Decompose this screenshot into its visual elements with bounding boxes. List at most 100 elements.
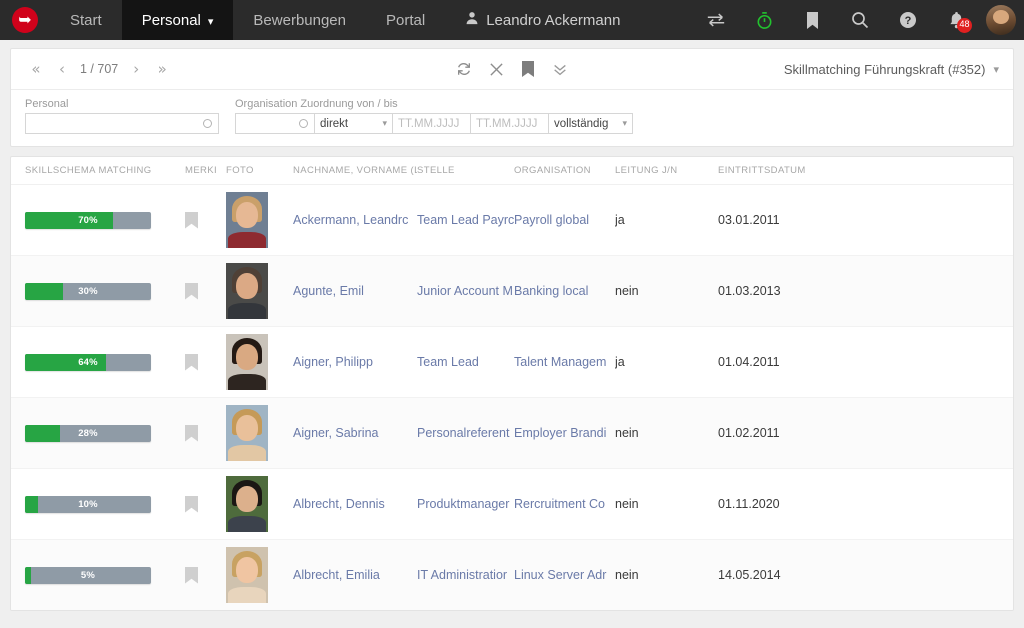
chevron-double-down-icon[interactable] <box>549 57 571 81</box>
bookmark-icon[interactable] <box>788 0 836 40</box>
table-row[interactable]: 5% Albrecht, Emilia IT Administratior Linux… <box>11 540 1013 610</box>
column-header-organisation[interactable]: ORGANISATION <box>514 165 615 176</box>
topnav-icon-group: ? 48 <box>692 0 1024 40</box>
bookmark-flag-icon[interactable] <box>185 283 198 300</box>
company-logo-icon: ➥ <box>12 7 38 33</box>
column-header-merkmal[interactable]: MERKI <box>185 165 226 176</box>
cell-skillschema-matching: 70% <box>25 211 185 229</box>
cell-name-link[interactable]: Ackermann, Leandrc <box>293 213 417 227</box>
cell-foto <box>226 476 293 532</box>
nav-item-start[interactable]: Start <box>50 0 122 40</box>
swap-arrows-icon[interactable] <box>692 0 740 40</box>
nav-item-personal[interactable]: Personal ▾ <box>121 0 234 40</box>
column-header-eintrittsdatum[interactable]: EINTRITTSDATUM <box>718 165 898 176</box>
cell-stelle-link[interactable]: Produktmanager <box>417 497 514 511</box>
nav-item-bewerbungen[interactable]: Bewerbungen <box>233 0 366 40</box>
portrait-photo <box>226 192 268 248</box>
date-from-input[interactable]: TT.MM.JJJJ <box>393 113 471 134</box>
nav-item-portal[interactable]: Portal <box>366 0 445 40</box>
portrait-photo <box>226 476 268 532</box>
cell-eintrittsdatum: 01.04.2011 <box>718 355 780 369</box>
table-row[interactable]: 28% Aigner, Sabrina Personalreferent Employ… <box>11 398 1013 469</box>
first-page-button[interactable]: « <box>25 57 47 81</box>
cell-stelle-link[interactable]: Personalreferent <box>417 426 514 440</box>
column-header-skillschema-matching[interactable]: SKILLSCHEMA MATCHING <box>25 165 185 176</box>
bookmark-flag-icon[interactable] <box>185 567 198 584</box>
cell-organisation-link[interactable]: Rercruitment Co <box>514 497 615 511</box>
table-row[interactable]: 70% Ackermann, Leandrc Team Lead Payrc Payr… <box>11 185 1013 256</box>
table-row[interactable]: 64% Aigner, Philipp Team Lead Talent Manage… <box>11 327 1013 398</box>
column-header-leitung[interactable]: LEITUNG J/N <box>615 165 718 176</box>
match-progress-label: 10% <box>78 498 98 510</box>
date-to-input[interactable]: TT.MM.JJJJ <box>471 113 549 134</box>
bookmark-flag-icon[interactable] <box>185 425 198 442</box>
bookmark-filled-icon[interactable] <box>517 57 539 81</box>
organisation-input[interactable] <box>235 113 315 134</box>
completeness-value: vollständig <box>554 117 609 130</box>
cell-merkmal <box>185 425 226 442</box>
next-page-button[interactable]: › <box>125 57 147 81</box>
match-progress-bar: 5% <box>25 566 151 584</box>
cell-stelle-link[interactable]: IT Administratior <box>417 568 514 582</box>
logo-container[interactable]: ➥ <box>0 0 50 40</box>
last-page-button[interactable]: » <box>151 57 173 81</box>
help-circle-icon[interactable]: ? <box>884 0 932 40</box>
table-row[interactable]: 10% Albrecht, Dennis Produktmanager Rercrui… <box>11 469 1013 540</box>
lookup-circle-icon <box>299 119 308 128</box>
nav-item-current-user[interactable]: Leandro Ackermann <box>445 0 640 40</box>
saved-view-selector[interactable]: Skillmatching Führungskraft (#352) ▾ <box>784 62 999 77</box>
user-avatar[interactable] <box>986 5 1016 35</box>
cell-leitung: nein <box>615 497 639 511</box>
cell-eintrittsdatum: 01.03.2013 <box>718 284 781 298</box>
cell-merkmal <box>185 283 226 300</box>
cell-skillschema-matching: 30% <box>25 282 185 300</box>
refresh-icon[interactable] <box>453 57 475 81</box>
completeness-select[interactable]: vollständig ▾ <box>549 113 633 134</box>
cell-name-link[interactable]: Aigner, Sabrina <box>293 426 417 440</box>
cell-organisation-link[interactable]: Banking local <box>514 284 615 298</box>
cell-merkmal <box>185 567 226 584</box>
nav-item-personal-label: Personal <box>141 11 201 29</box>
close-icon[interactable] <box>485 57 507 81</box>
column-header-stelle[interactable]: STELLE <box>417 165 514 176</box>
search-icon[interactable] <box>836 0 884 40</box>
cell-organisation-link[interactable]: Employer Brandi <box>514 426 615 440</box>
bell-icon[interactable]: 48 <box>932 0 980 40</box>
cell-stelle-link[interactable]: Team Lead Payrc <box>417 213 514 227</box>
cell-organisation-link[interactable]: Linux Server Adr <box>514 568 615 582</box>
column-header-foto[interactable]: FOTO <box>226 165 293 176</box>
cell-name-link[interactable]: Agunte, Emil <box>293 284 417 298</box>
portrait-photo <box>226 334 268 390</box>
cell-skillschema-matching: 64% <box>25 353 185 371</box>
organisation-mode-value: direkt <box>320 117 349 130</box>
chevron-down-icon: ▾ <box>622 118 627 128</box>
match-progress-bar: 64% <box>25 353 151 371</box>
cell-organisation-link[interactable]: Payroll global <box>514 213 615 227</box>
cell-skillschema-matching: 28% <box>25 424 185 442</box>
bookmark-flag-icon[interactable] <box>185 496 198 513</box>
bookmark-flag-icon[interactable] <box>185 354 198 371</box>
previous-page-button[interactable]: ‹ <box>51 57 73 81</box>
chevron-down-icon: ▾ <box>382 118 387 128</box>
table-row[interactable]: 30% Agunte, Emil Junior Account M Banking l… <box>11 256 1013 327</box>
filter-organisation-group: Organisation Zuordnung von / bis direkt … <box>235 98 633 134</box>
stopwatch-icon[interactable] <box>740 0 788 40</box>
cell-stelle-link[interactable]: Team Lead <box>417 355 514 369</box>
bookmark-flag-icon[interactable] <box>185 212 198 229</box>
notification-badge: 48 <box>957 18 972 33</box>
cell-name-link[interactable]: Albrecht, Dennis <box>293 497 417 511</box>
cell-name-link[interactable]: Aigner, Philipp <box>293 355 417 369</box>
match-progress-bar: 30% <box>25 282 151 300</box>
cell-merkmal <box>185 496 226 513</box>
svg-text:?: ? <box>905 15 912 27</box>
cell-stelle-link[interactable]: Junior Account M <box>417 284 514 298</box>
personal-input[interactable] <box>25 113 219 134</box>
cell-name-link[interactable]: Albrecht, Emilia <box>293 568 417 582</box>
match-progress-bar: 10% <box>25 495 151 513</box>
cell-organisation-link[interactable]: Talent Managem <box>514 355 615 369</box>
filter-organisation-label: Organisation Zuordnung von / bis <box>235 98 398 110</box>
filter-personal-group: Personal <box>25 98 219 134</box>
cell-leitung: nein <box>615 426 639 440</box>
organisation-mode-select[interactable]: direkt ▾ <box>315 113 393 134</box>
column-header-nachname-vorname[interactable]: NACHNAME, VORNAME (LINK <box>293 165 417 176</box>
